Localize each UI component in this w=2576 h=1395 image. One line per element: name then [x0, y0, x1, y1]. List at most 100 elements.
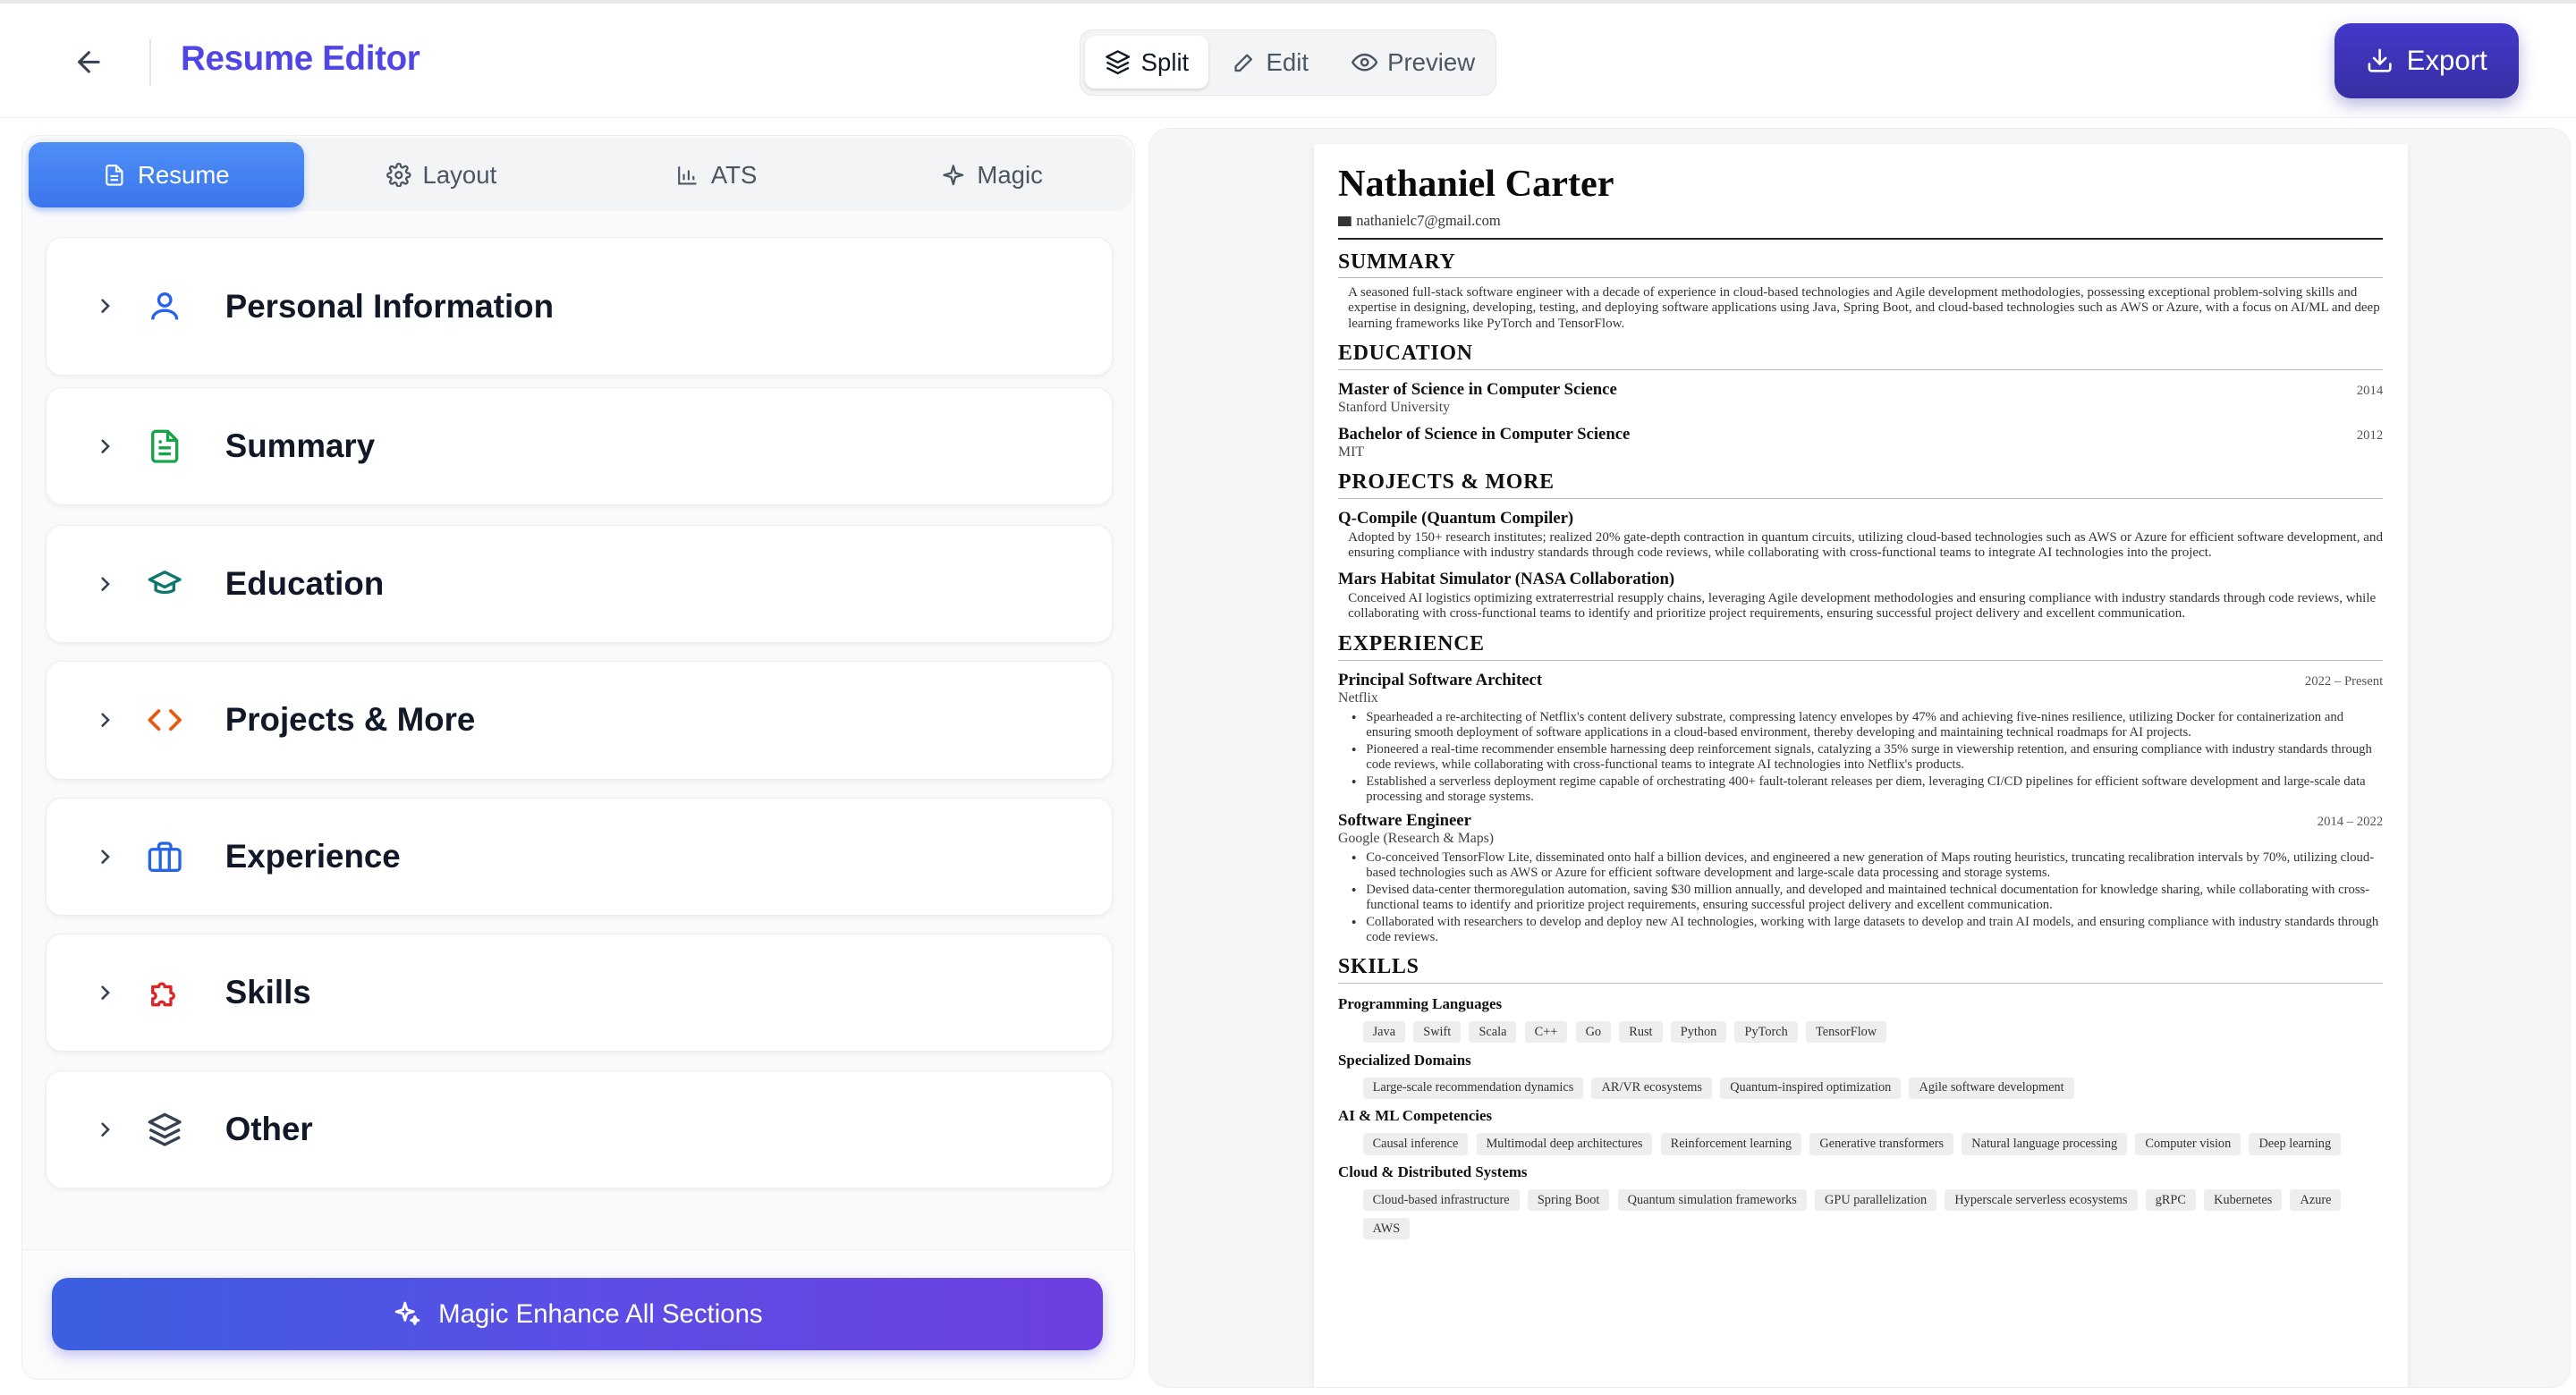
skill-group: Specialized Domains Large-scale recommen… — [1338, 1052, 2383, 1100]
section-list: Personal Information Summary Education P… — [45, 237, 1114, 1188]
skill-chips: Java Swift Scala C++ Go Rust Python PyTo… — [1338, 1021, 2383, 1044]
project-description: Adopted by 150+ research institutes; rea… — [1348, 529, 2383, 561]
section-other[interactable]: Other — [45, 1070, 1114, 1188]
editor-footer: Magic Enhance All Sections — [21, 1248, 1133, 1378]
skill-chip: gRPC — [2145, 1189, 2196, 1212]
resume-project-item: Q-Compile (Quantum Compiler) Adopted by … — [1338, 509, 2383, 562]
skill-chip: AWS — [1362, 1217, 1411, 1240]
section-education[interactable]: Education — [45, 524, 1114, 644]
skill-category: Cloud & Distributed Systems — [1338, 1162, 1528, 1180]
skill-chip: Quantum-inspired optimization — [1720, 1077, 1902, 1100]
pencil-icon — [1234, 54, 1252, 72]
resume-email: nathanielc7@gmail.com — [1356, 212, 1501, 230]
skill-chip: Scala — [1469, 1021, 1517, 1044]
resume-education-item: Master of Science in Computer Science 201… — [1338, 380, 2383, 416]
section-projects[interactable]: Projects & More — [45, 661, 1114, 780]
experience-bullets: Spearheaded a re-architecting of Netflix… — [1338, 710, 2383, 805]
resume-education-item: Bachelor of Science in Computer Science 2… — [1338, 425, 2383, 461]
tab-ats-label: ATS — [710, 160, 758, 189]
chevron-right-icon — [92, 707, 118, 733]
section-experience[interactable]: Experience — [45, 797, 1114, 916]
experience-bullet: Spearheaded a re-architecting of Netflix… — [1352, 710, 2383, 740]
chevron-right-icon — [92, 571, 118, 596]
project-title: Mars Habitat Simulator (NASA Collaborati… — [1338, 569, 1675, 588]
page-title: Resume Editor — [181, 39, 420, 79]
experience-title: Principal Software Architect — [1338, 670, 1543, 689]
eye-icon — [1351, 53, 1378, 72]
experience-bullet: Collaborated with researchers to develop… — [1352, 915, 2383, 945]
skill-chip: Kubernetes — [2204, 1189, 2283, 1212]
tab-layout[interactable]: Layout — [304, 142, 580, 207]
editor-panel: Resume Layout ATS Magic Personal Informa… — [21, 134, 1136, 1380]
section-label: Personal Information — [225, 287, 555, 325]
gear-icon — [386, 162, 411, 188]
resume-heading-summary: SUMMARY — [1338, 250, 2384, 279]
puzzle-icon — [145, 973, 184, 1012]
view-preview-button[interactable]: Preview — [1332, 36, 1495, 89]
skill-chips: Large-scale recommendation dynamics AR/V… — [1338, 1077, 2383, 1100]
project-description: Conceived AI logistics optimizing extrat… — [1348, 590, 2377, 621]
section-label: Education — [225, 564, 385, 602]
skill-chip: Multimodal deep architectures — [1476, 1133, 1653, 1155]
experience-title: Software Engineer — [1338, 811, 1471, 831]
resume-contact: nathanielc7@gmail.com — [1338, 212, 2384, 241]
app-header: Resume Editor Split Edit Preview Export — [0, 3, 2576, 119]
sparkles-icon — [394, 1301, 419, 1325]
tab-ats[interactable]: ATS — [580, 142, 855, 207]
experience-dates: 2014 – 2022 — [2317, 815, 2384, 830]
back-button[interactable] — [63, 36, 115, 89]
resume-name: Nathaniel Carter — [1338, 162, 1614, 205]
education-year: 2012 — [2356, 427, 2384, 443]
skill-chip: Large-scale recommendation dynamics — [1362, 1077, 1584, 1100]
skill-chips: Causal inference Multimodal deep archite… — [1338, 1133, 2383, 1155]
resume-heading-skills: SKILLS — [1338, 955, 2384, 985]
section-personal-information[interactable]: Personal Information — [45, 237, 1114, 376]
layers-icon — [145, 1110, 184, 1149]
skill-chip: Cloud-based infrastructure — [1362, 1189, 1520, 1212]
view-split-label: Split — [1140, 47, 1190, 76]
project-title: Q-Compile (Quantum Compiler) — [1338, 508, 1574, 528]
view-edit-button[interactable]: Edit — [1212, 36, 1328, 89]
skill-chip: AR/VR ecosystems — [1591, 1077, 1713, 1100]
export-button[interactable]: Export — [2334, 22, 2519, 99]
download-icon — [2368, 48, 2392, 72]
skill-chip: Java — [1362, 1021, 1406, 1044]
user-icon — [145, 287, 184, 326]
skill-chip: Reinforcement learning — [1660, 1133, 1802, 1155]
resume-heading-experience: EXPERIENCE — [1338, 632, 2384, 661]
resume-heading-education: EDUCATION — [1338, 342, 2384, 371]
skill-category: AI & ML Competencies — [1338, 1107, 1493, 1125]
skill-chip: Python — [1670, 1021, 1727, 1044]
skill-chip: Agile software development — [1909, 1077, 2074, 1100]
skill-chip: Generative transformers — [1809, 1133, 1954, 1155]
section-label: Skills — [225, 974, 311, 1011]
section-skills[interactable]: Skills — [45, 934, 1114, 1053]
skill-group: Programming Languages Java Swift Scala C… — [1338, 995, 2383, 1044]
magic-enhance-button[interactable]: Magic Enhance All Sections — [51, 1278, 1104, 1350]
skill-chip: Azure — [2290, 1189, 2342, 1212]
header-divider — [149, 39, 151, 86]
skill-category: Programming Languages — [1338, 994, 1503, 1012]
skill-chip: GPU parallelization — [1815, 1189, 1937, 1212]
tab-resume[interactable]: Resume — [29, 141, 304, 208]
skill-chip: TensorFlow — [1805, 1021, 1887, 1044]
skill-chip: Rust — [1619, 1021, 1663, 1044]
view-preview-label: Preview — [1387, 47, 1476, 76]
chevron-right-icon — [92, 843, 118, 869]
experience-company: Google (Research & Maps) — [1338, 831, 1495, 847]
section-summary[interactable]: Summary — [45, 386, 1114, 505]
resume-summary-text: A seasoned full-stack software engineer … — [1348, 284, 2380, 331]
view-mode-toggle: Split Edit Preview — [1079, 30, 1497, 96]
education-school: Stanford University — [1338, 400, 1450, 416]
preview-panel: Nathaniel Carter nathanielc7@gmail.com S… — [1148, 128, 2572, 1388]
skill-group: Cloud & Distributed Systems Cloud-based … — [1338, 1162, 2383, 1240]
section-label: Projects & More — [225, 701, 476, 739]
view-split-button[interactable]: Split — [1085, 36, 1209, 89]
graduation-cap-icon — [145, 564, 184, 604]
skill-group: AI & ML Competencies Causal inference Mu… — [1338, 1107, 2383, 1155]
experience-bullets: Co-conceived TensorFlow Lite, disseminat… — [1338, 850, 2383, 945]
experience-bullet: Pioneered a real-time recommender ensemb… — [1352, 742, 2383, 773]
skill-chip: Spring Boot — [1527, 1189, 1610, 1212]
tab-magic[interactable]: Magic — [854, 142, 1130, 207]
view-edit-label: Edit — [1266, 47, 1309, 76]
